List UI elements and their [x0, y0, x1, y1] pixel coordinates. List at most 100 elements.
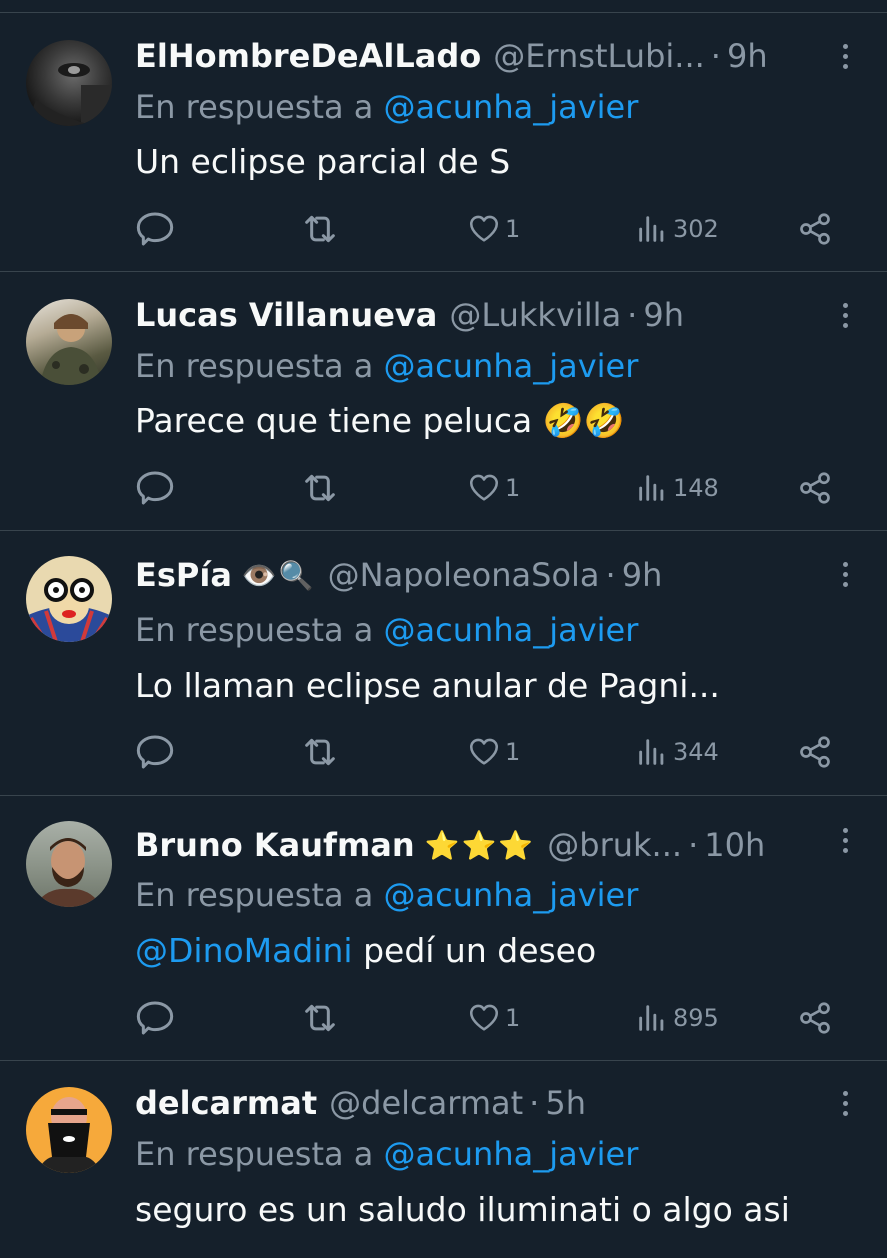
like-count: 1: [505, 215, 521, 243]
like-count: 1: [505, 474, 521, 502]
tweet-4[interactable]: Bruno Kaufman ⭐⭐⭐ @bruk... · 10h En resp…: [0, 796, 887, 1061]
reply-mention-link[interactable]: @acunha_javier: [384, 876, 639, 914]
profile-emoji-badge: 👁️🔍: [241, 558, 316, 592]
display-name[interactable]: Lucas Villanueva: [135, 296, 437, 334]
share-icon: [800, 213, 830, 245]
soldier-avatar-icon: [40, 314, 102, 385]
views-button[interactable]: 148: [635, 468, 719, 508]
action-bar: 1 302: [135, 209, 835, 249]
reply-button[interactable]: [135, 209, 175, 249]
more-options-icon[interactable]: [833, 820, 857, 860]
reply-button[interactable]: [135, 998, 175, 1038]
share-button[interactable]: [797, 732, 833, 772]
separator-dot: ·: [688, 826, 699, 864]
user-handle[interactable]: @NapoleonaSola: [328, 556, 600, 594]
like-button[interactable]: 1: [467, 209, 520, 249]
reply-mention-link[interactable]: @acunha_javier: [384, 88, 639, 126]
views-icon: [639, 475, 664, 501]
reply-prefix: En respuesta a: [135, 1135, 374, 1173]
reply-prefix: En respuesta a: [135, 876, 374, 914]
view-count: 148: [673, 474, 719, 502]
more-options-icon[interactable]: [833, 295, 857, 335]
like-count: 1: [505, 1004, 521, 1032]
user-handle[interactable]: @Lukkvilla: [449, 296, 621, 334]
retweet-icon: [305, 474, 335, 502]
retweet-icon: [305, 738, 335, 766]
tweet-header: EsPía 👁️🔍 @NapoleonaSola · 9h: [135, 552, 827, 598]
share-button[interactable]: [797, 209, 833, 249]
tweet-text: Parece que tiene peluca 🤣🤣: [135, 401, 625, 440]
retweet-button[interactable]: [300, 468, 340, 508]
avatar[interactable]: [26, 40, 112, 126]
share-button[interactable]: [797, 998, 833, 1038]
retweet-button[interactable]: [300, 998, 340, 1038]
reply-prefix: En respuesta a: [135, 611, 374, 649]
like-button[interactable]: 1: [467, 732, 520, 772]
separator-dot: ·: [605, 556, 616, 594]
retweet-button[interactable]: [300, 732, 340, 772]
display-name[interactable]: EsPía: [135, 556, 232, 594]
action-bar: 1 895: [135, 998, 835, 1038]
tweet-header: delcarmat @delcarmat · 5h: [135, 1080, 827, 1126]
separator-dot: ·: [710, 37, 721, 75]
views-button[interactable]: 302: [635, 209, 719, 249]
separator-dot: ·: [529, 1084, 540, 1122]
view-count: 302: [673, 215, 719, 243]
view-count: 344: [673, 738, 719, 766]
display-name[interactable]: delcarmat: [135, 1084, 317, 1122]
views-icon: [639, 216, 664, 242]
share-icon: [800, 736, 830, 768]
avatar[interactable]: [26, 1087, 112, 1173]
text-mention-link[interactable]: @DinoMadini: [135, 931, 353, 970]
reply-mention-link[interactable]: @acunha_javier: [384, 611, 639, 649]
action-bar: 1 148: [135, 468, 835, 508]
timestamp[interactable]: 9h: [622, 556, 663, 594]
user-handle[interactable]: @bruk...: [547, 826, 682, 864]
tweet-header: Lucas Villanueva @Lukkvilla · 9h: [135, 292, 827, 338]
avatar[interactable]: [26, 821, 112, 907]
views-icon: [639, 739, 664, 765]
tweet-text: @DinoMadini pedí un deseo: [135, 931, 596, 970]
views-button[interactable]: 895: [635, 998, 719, 1038]
user-handle[interactable]: @ErnstLubi...: [493, 37, 705, 75]
heart-icon: [469, 215, 499, 242]
reply-button[interactable]: [135, 732, 175, 772]
reply-context: En respuesta a @acunha_javier: [135, 876, 638, 914]
reply-context: En respuesta a @acunha_javier: [135, 88, 638, 126]
separator-dot: ·: [627, 296, 638, 334]
avatar[interactable]: [26, 556, 112, 642]
tweet-text: Un eclipse parcial de S: [135, 142, 511, 181]
timestamp[interactable]: 9h: [727, 37, 768, 75]
share-button[interactable]: [797, 468, 833, 508]
timestamp[interactable]: 9h: [643, 296, 684, 334]
timestamp[interactable]: 10h: [704, 826, 765, 864]
like-button[interactable]: 1: [467, 998, 520, 1038]
tweet-5[interactable]: delcarmat @delcarmat · 5h En respuesta a…: [0, 1061, 887, 1258]
bearded-man-avatar-icon: [34, 838, 102, 907]
reply-prefix: En respuesta a: [135, 347, 374, 385]
retweet-button[interactable]: [300, 209, 340, 249]
tweet-3[interactable]: EsPía 👁️🔍 @NapoleonaSola · 9h En respues…: [0, 531, 887, 796]
like-button[interactable]: 1: [467, 468, 520, 508]
display-name[interactable]: Bruno Kaufman: [135, 826, 415, 864]
share-icon: [800, 1002, 830, 1034]
avatar[interactable]: [26, 299, 112, 385]
timestamp[interactable]: 5h: [545, 1084, 586, 1122]
tweet-1[interactable]: ElHombreDeAlLado @ErnstLubi... · 9h En r…: [0, 13, 887, 272]
user-handle[interactable]: @delcarmat: [329, 1084, 523, 1122]
reply-mention-link[interactable]: @acunha_javier: [384, 347, 639, 385]
display-name[interactable]: ElHombreDeAlLado: [135, 37, 481, 75]
reply-button[interactable]: [135, 468, 175, 508]
more-options-icon[interactable]: [833, 554, 857, 594]
heart-icon: [469, 738, 499, 765]
reply-icon: [136, 212, 174, 246]
reply-mention-link[interactable]: @acunha_javier: [384, 1135, 639, 1173]
retweet-icon: [305, 1004, 335, 1032]
more-options-icon[interactable]: [833, 36, 857, 76]
more-options-icon[interactable]: [833, 1083, 857, 1123]
tweet-2[interactable]: Lucas Villanueva @Lukkvilla · 9h En resp…: [0, 272, 887, 531]
views-button[interactable]: 344: [635, 732, 719, 772]
reply-prefix: En respuesta a: [135, 88, 374, 126]
heart-icon: [469, 1004, 499, 1031]
reply-context: En respuesta a @acunha_javier: [135, 1135, 638, 1173]
